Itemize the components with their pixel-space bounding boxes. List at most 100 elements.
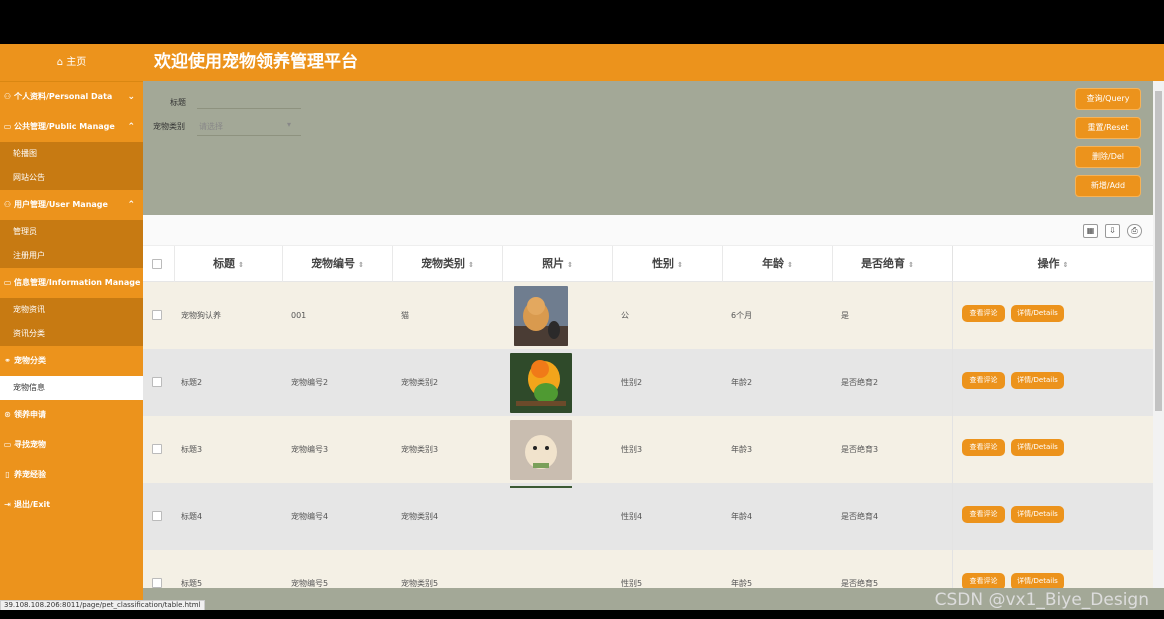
- sidebar-item-news-category[interactable]: 资讯分类: [0, 322, 143, 346]
- sidebar-item-pet-news[interactable]: 宠物资讯: [0, 298, 143, 322]
- view-comments-button[interactable]: 查看评论: [962, 305, 1005, 322]
- sidebar-group-label: 用户管理/User Manage: [14, 200, 108, 209]
- export-icon[interactable]: ⇩: [1105, 224, 1120, 238]
- cell-title: 标题2: [181, 378, 203, 387]
- cell-gender: 性别5: [621, 579, 643, 588]
- sidebar-item-pet-info[interactable]: 宠物信息: [0, 376, 143, 400]
- cell-title: 标题5: [181, 579, 203, 588]
- actions-cell: 查看评论 详情/Details: [952, 483, 1153, 550]
- row-checkbox[interactable]: [152, 310, 162, 320]
- column-header-gender[interactable]: 性别 ⇕: [612, 246, 722, 282]
- chevron-down-icon: ▾: [287, 120, 292, 129]
- query-button[interactable]: 查询/Query: [1075, 88, 1141, 110]
- type-filter-placeholder: 请选择: [199, 122, 223, 131]
- cell-age: 6个月: [731, 311, 753, 320]
- column-header-code[interactable]: 宠物编号 ⇕: [282, 246, 392, 282]
- info-icon: ▭: [3, 278, 12, 287]
- sidebar-submenu-users: 管理员 注册用户: [0, 220, 143, 268]
- row-checkbox[interactable]: [152, 377, 162, 387]
- sidebar-group-exit[interactable]: ⇥ 退出/Exit: [0, 490, 143, 520]
- sidebar-item-carousel[interactable]: 轮播图: [0, 142, 143, 166]
- cell-neutered: 是否绝育5: [841, 579, 879, 588]
- cell-gender: 性别2: [621, 378, 643, 387]
- pet-photo-dog[interactable]: [514, 286, 568, 346]
- cell-code: 宠物编号5: [291, 579, 329, 588]
- sidebar-home[interactable]: ⌂ 主页: [0, 44, 143, 82]
- sidebar-group-label: 个人资料/Personal Data: [14, 92, 113, 101]
- cell-type: 宠物类别4: [401, 512, 439, 521]
- view-comments-button[interactable]: 查看评论: [962, 573, 1005, 588]
- sidebar-group-public[interactable]: ▭ 公共管理/Public Manage ⌃: [0, 112, 143, 142]
- column-label: 是否绝育: [861, 257, 906, 270]
- column-header-photo[interactable]: 照片 ⇕: [502, 246, 612, 282]
- home-icon: ⌂: [56, 57, 64, 68]
- actions-cell: 查看评论 详情/Details: [952, 282, 1153, 349]
- cell-neutered: 是否绝育3: [841, 445, 879, 454]
- exit-icon: ⇥: [4, 500, 11, 509]
- data-table: 标题 ⇕ 宠物编号 ⇕ 宠物类别 ⇕ 照片 ⇕ 性别 ⇕ 年龄 ⇕ 是否绝育 ⇕ 宠物狗认养 …: [143, 246, 1153, 588]
- tag-icon: ⚭: [4, 356, 11, 365]
- sidebar-item-announcement[interactable]: 网站公告: [0, 166, 143, 190]
- view-comments-button[interactable]: 查看评论: [962, 372, 1005, 389]
- table-toolbar: ▦ ⇩ ⎙: [143, 215, 1153, 246]
- view-comments-button[interactable]: 查看评论: [962, 506, 1005, 523]
- cell-gender: 性别3: [621, 445, 643, 454]
- details-button[interactable]: 详情/Details: [1011, 573, 1064, 588]
- details-button[interactable]: 详情/Details: [1011, 372, 1064, 389]
- column-label: 性别: [652, 257, 675, 270]
- row-checkbox[interactable]: [152, 511, 162, 521]
- column-header-actions[interactable]: 操作 ⇕: [952, 246, 1153, 282]
- column-label: 年龄: [762, 257, 785, 270]
- details-button[interactable]: 详情/Details: [1011, 506, 1064, 523]
- cell-neutered: 是否绝育2: [841, 378, 879, 387]
- column-header-age[interactable]: 年龄 ⇕: [722, 246, 832, 282]
- cell-code: 宠物编号3: [291, 445, 329, 454]
- cell-neutered: 是: [841, 311, 849, 320]
- sidebar: ⌂ 主页 ⚇ 个人资料/Personal Data ⌄ ▭ 公共管理/Public …: [0, 44, 143, 610]
- reset-button[interactable]: 重置/Reset: [1075, 117, 1141, 139]
- row-checkbox[interactable]: [152, 444, 162, 454]
- sidebar-group-personal[interactable]: ⚇ 个人资料/Personal Data ⌄: [0, 82, 143, 112]
- monitor-icon: ▭: [3, 122, 12, 131]
- title-filter-input[interactable]: [197, 95, 301, 109]
- cell-code: 宠物编号2: [291, 378, 329, 387]
- delete-button[interactable]: 删除/Del: [1075, 146, 1141, 168]
- column-label: 宠物类别: [421, 257, 466, 270]
- column-header-neutered[interactable]: 是否绝育 ⇕: [832, 246, 942, 282]
- pet-photo-puppy[interactable]: [510, 420, 572, 480]
- sort-icon: ⇕: [468, 261, 474, 269]
- scrollbar-thumb[interactable]: [1155, 91, 1162, 411]
- view-comments-button[interactable]: 查看评论: [962, 439, 1005, 456]
- column-header-type[interactable]: 宠物类别 ⇕: [392, 246, 502, 282]
- sort-icon: ⇕: [238, 261, 244, 269]
- actions-cell: 查看评论 详情/Details: [952, 550, 1153, 588]
- details-button[interactable]: 详情/Details: [1011, 439, 1064, 456]
- doc-icon: ▯: [5, 470, 10, 479]
- sidebar-group-find-pet[interactable]: ▭ 寻找宠物: [0, 430, 143, 460]
- person-icon: ⚇: [3, 92, 12, 101]
- sidebar-group-info[interactable]: ▭ 信息管理/Information Manage: [0, 268, 143, 298]
- search-panel: 标题 宠物类别 请选择 ▾ 查询/Query 重置/Reset 删除/Del 新…: [143, 81, 1153, 215]
- sidebar-group-label: 退出/Exit: [14, 500, 51, 509]
- column-label: 标题: [213, 257, 236, 270]
- sidebar-item-admin[interactable]: 管理员: [0, 220, 143, 244]
- sidebar-group-experience[interactable]: ▯ 养宠经验: [0, 460, 143, 490]
- add-button[interactable]: 新增/Add: [1075, 175, 1141, 197]
- column-header-title[interactable]: 标题 ⇕: [174, 246, 282, 282]
- sidebar-group-adoption[interactable]: ⊛ 领养申请: [0, 400, 143, 430]
- columns-icon[interactable]: ▦: [1083, 224, 1098, 238]
- details-button[interactable]: 详情/Details: [1011, 305, 1064, 322]
- column-label: 照片: [542, 257, 565, 270]
- cell-title: 宠物狗认养: [181, 311, 221, 320]
- sidebar-group-pet-category[interactable]: ⚭ 宠物分类: [0, 346, 143, 376]
- sidebar-group-users[interactable]: ⚇ 用户管理/User Manage ⌃: [0, 190, 143, 220]
- sort-icon: ⇕: [908, 261, 914, 269]
- chevron-up-icon: ⌃: [127, 122, 135, 132]
- cell-type: 宠物类别3: [401, 445, 439, 454]
- sidebar-item-registered-users[interactable]: 注册用户: [0, 244, 143, 268]
- select-all-checkbox[interactable]: [152, 259, 162, 269]
- pet-photo-parrot[interactable]: [510, 353, 572, 413]
- print-icon[interactable]: ⎙: [1127, 224, 1142, 238]
- row-checkbox[interactable]: [152, 578, 162, 588]
- vertical-scrollbar[interactable]: [1153, 81, 1164, 588]
